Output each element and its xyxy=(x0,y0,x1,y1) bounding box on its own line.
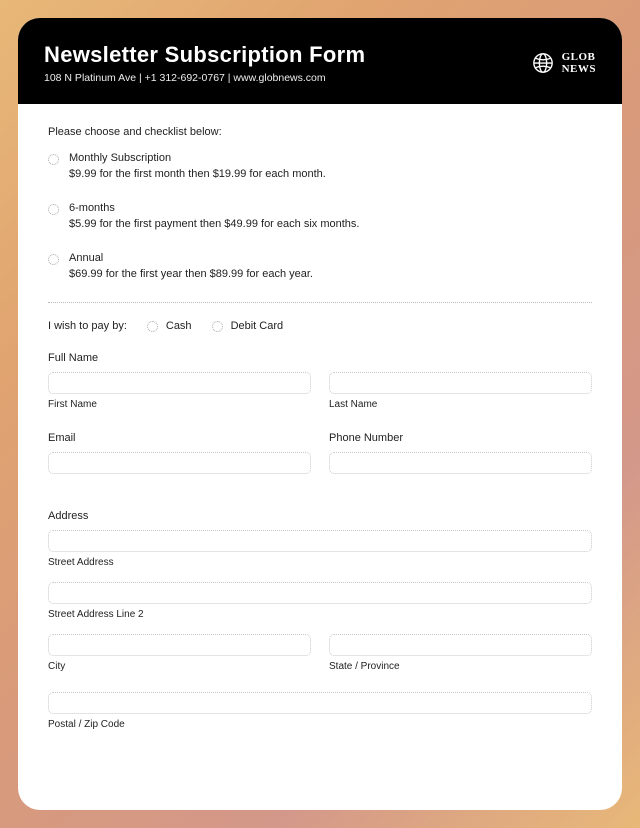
street-row: Street Address xyxy=(48,530,592,568)
plan-name: 6-months xyxy=(69,202,359,214)
form-content: Please choose and checklist below: Month… xyxy=(18,104,622,810)
logo-text: GLOB NEWS xyxy=(562,51,596,75)
contact-row: Email Phone Number xyxy=(48,430,592,504)
payment-method-row: I wish to pay by: Cash Debit Card xyxy=(48,319,592,332)
globe-icon xyxy=(532,52,554,74)
street2-row: Street Address Line 2 xyxy=(48,582,592,620)
street-input[interactable] xyxy=(48,530,592,552)
logo-line1: GLOB xyxy=(562,51,596,63)
postal-row: Postal / Zip Code xyxy=(48,692,592,730)
plan-desc: $69.99 for the first year then $89.99 fo… xyxy=(69,268,313,280)
plan-text: 6-months $5.99 for the first payment the… xyxy=(69,202,359,230)
postal-input[interactable] xyxy=(48,692,592,714)
firstname-sublabel: First Name xyxy=(48,399,311,410)
lastname-sublabel: Last Name xyxy=(329,399,592,410)
phone-col: Phone Number xyxy=(329,430,592,504)
plan-name: Monthly Subscription xyxy=(69,152,326,164)
postal-sublabel: Postal / Zip Code xyxy=(48,719,592,730)
plan-6months[interactable]: 6-months $5.99 for the first payment the… xyxy=(48,202,592,230)
logo-line2: NEWS xyxy=(562,63,596,75)
form-header: Newsletter Subscription Form 108 N Plati… xyxy=(18,18,622,104)
email-col: Email xyxy=(48,430,311,504)
state-col: State / Province xyxy=(329,634,592,686)
plan-annual[interactable]: Annual $69.99 for the first year then $8… xyxy=(48,252,592,280)
radio-icon[interactable] xyxy=(48,254,59,265)
divider xyxy=(48,302,592,303)
state-input[interactable] xyxy=(329,634,592,656)
city-col: City xyxy=(48,634,311,686)
name-row: First Name Last Name xyxy=(48,372,592,424)
phone-label: Phone Number xyxy=(329,432,592,444)
email-label: Email xyxy=(48,432,311,444)
city-sublabel: City xyxy=(48,661,311,672)
pay-option-label: Cash xyxy=(166,320,192,332)
form-title: Newsletter Subscription Form xyxy=(44,42,532,68)
firstname-col: First Name xyxy=(48,372,311,424)
email-input[interactable] xyxy=(48,452,311,474)
plan-desc: $9.99 for the first month then $19.99 fo… xyxy=(69,168,326,180)
radio-icon[interactable] xyxy=(48,204,59,215)
firstname-input[interactable] xyxy=(48,372,311,394)
state-sublabel: State / Province xyxy=(329,661,592,672)
plan-text: Monthly Subscription $9.99 for the first… xyxy=(69,152,326,180)
street2-sublabel: Street Address Line 2 xyxy=(48,609,592,620)
radio-icon[interactable] xyxy=(147,321,158,332)
city-state-row: City State / Province xyxy=(48,634,592,686)
pay-option-cash[interactable]: Cash xyxy=(147,319,192,332)
plan-desc: $5.99 for the first payment then $49.99 … xyxy=(69,218,359,230)
header-left: Newsletter Subscription Form 108 N Plati… xyxy=(44,42,532,84)
checklist-prompt: Please choose and checklist below: xyxy=(48,126,592,138)
pay-option-debit[interactable]: Debit Card xyxy=(212,319,284,332)
city-input[interactable] xyxy=(48,634,311,656)
address-label: Address xyxy=(48,510,592,522)
plan-text: Annual $69.99 for the first year then $8… xyxy=(69,252,313,280)
pay-label: I wish to pay by: xyxy=(48,320,127,332)
phone-input[interactable] xyxy=(329,452,592,474)
form-card: Newsletter Subscription Form 108 N Plati… xyxy=(18,18,622,810)
form-subtitle: 108 N Platinum Ave | +1 312-692-0767 | w… xyxy=(44,72,532,84)
radio-icon[interactable] xyxy=(48,154,59,165)
logo: GLOB NEWS xyxy=(532,51,596,75)
plan-name: Annual xyxy=(69,252,313,264)
plan-monthly[interactable]: Monthly Subscription $9.99 for the first… xyxy=(48,152,592,180)
fullname-label: Full Name xyxy=(48,352,592,364)
lastname-col: Last Name xyxy=(329,372,592,424)
street2-input[interactable] xyxy=(48,582,592,604)
street-sublabel: Street Address xyxy=(48,557,592,568)
radio-icon[interactable] xyxy=(212,321,223,332)
lastname-input[interactable] xyxy=(329,372,592,394)
pay-option-label: Debit Card xyxy=(231,320,284,332)
